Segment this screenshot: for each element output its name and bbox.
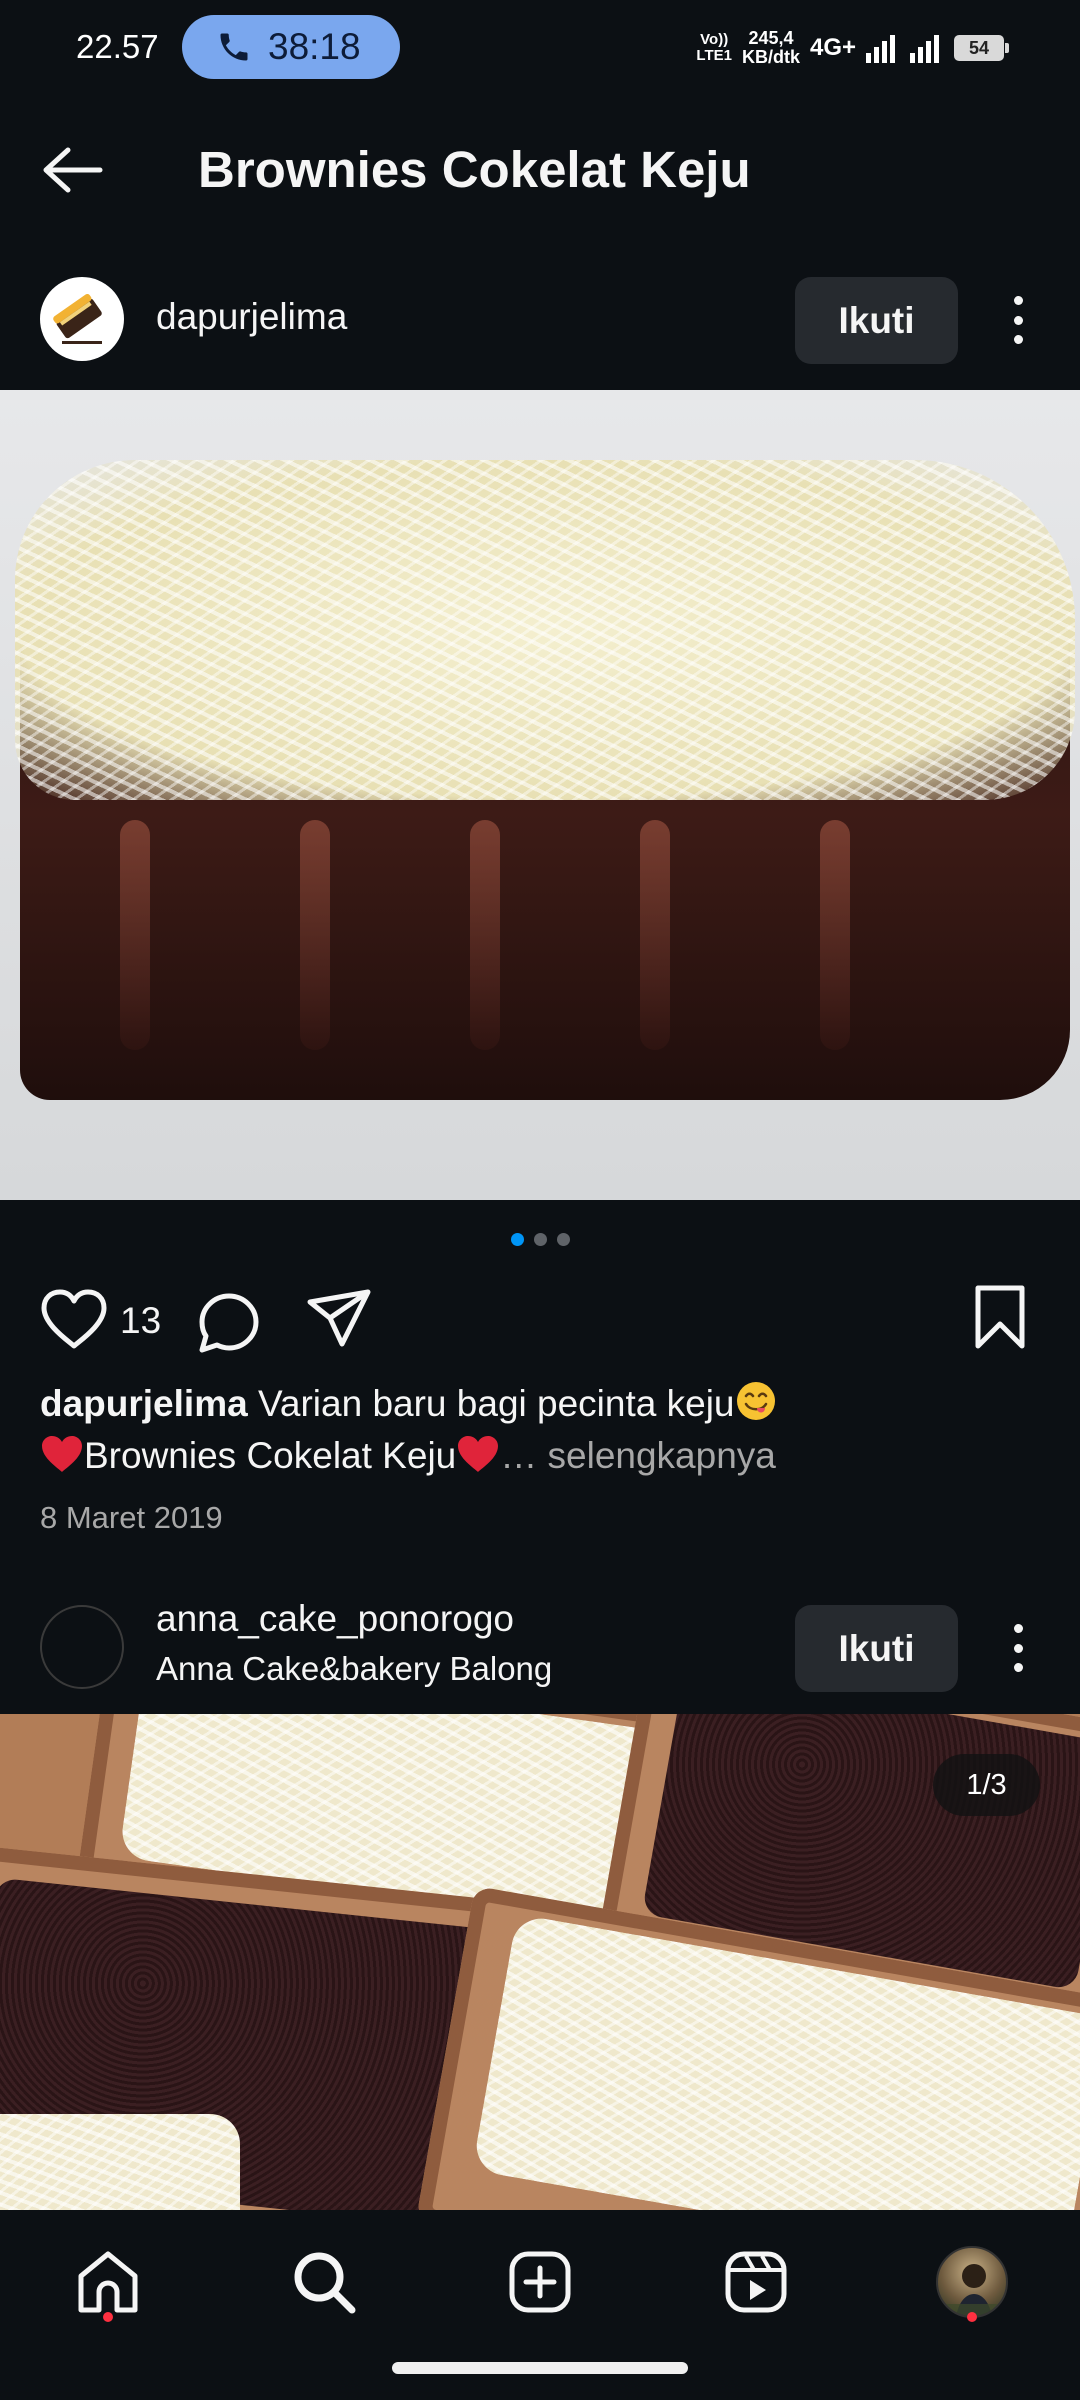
follow-button[interactable]: Ikuti [795,277,958,364]
notification-dot [103,2312,113,2322]
cheese-topping [0,2114,240,2210]
volte-indicator: Vo)) LTE1 [696,32,732,64]
more-options-button[interactable] [998,1616,1038,1680]
battery-icon: 54 [954,35,1009,61]
more-dot [1013,296,1023,305]
home-icon [78,2251,138,2313]
carousel-pager: 1/3 [933,1754,1040,1816]
post-image-brownies[interactable] [0,390,1080,1200]
battery-level: 54 [968,37,990,58]
status-icons: Vo)) LTE1 245,4 KB/dtk 4G+ 54 [696,26,1009,70]
add-post-icon [509,2251,571,2313]
post-header: anna_cake_ponorogo Anna Cake&bakery Balo… [0,1588,1080,1706]
dapurjelima-logo-icon [53,293,102,344]
comment-icon [199,1293,259,1353]
caption-text-line1: Varian baru bagi pecinta keju [247,1383,735,1424]
profile-avatar [936,2246,1008,2318]
more-dot [1013,315,1023,325]
reels-icon [725,2251,787,2313]
post-username[interactable]: anna_cake_ponorogo [156,1598,514,1640]
search-icon [294,2252,356,2314]
carousel-dot-active [510,1233,524,1246]
yum-face-emoji-icon [736,1382,775,1420]
volte-top: Vo)) [700,31,729,48]
more-dot [1013,1643,1023,1653]
nav-home[interactable] [68,2242,148,2322]
network-type: 4G+ [809,34,856,61]
save-button[interactable] [970,1284,1034,1352]
share-button[interactable] [306,1288,376,1352]
ongoing-call-pill[interactable]: 38:18 [182,15,400,79]
carousel-indicator [0,1233,1080,1246]
chocolate-drip [640,820,670,1050]
caption-more-link[interactable]: … selengkapnya [500,1435,776,1476]
post-location[interactable]: Anna Cake&bakery Balong [156,1650,552,1688]
post-username[interactable]: dapurjelima [156,296,347,338]
avatar[interactable] [40,1605,124,1689]
more-dot [1013,335,1023,344]
like-count[interactable]: 13 [120,1300,161,1342]
follow-button[interactable]: Ikuti [795,1605,958,1692]
red-heart-emoji-icon [458,1436,499,1472]
heart-icon [41,1289,107,1349]
post-header: dapurjelima Ikuti [0,260,1080,378]
profile-photo-icon [938,2264,1006,2316]
phone-icon [220,33,248,61]
chocolate-drip [120,820,150,1050]
post-date: 8 Maret 2019 [40,1500,223,1535]
network-speed-value: 245,4 [748,28,794,48]
bookmark-icon [975,1285,1025,1349]
more-options-button[interactable] [998,288,1038,352]
back-button[interactable] [40,142,110,198]
caption-username[interactable]: dapurjelima [40,1383,248,1424]
call-timer: 38:18 [268,26,361,67]
chocolate-drip [300,820,330,1050]
volte-bottom: LTE1 [696,47,732,64]
more-dot [1013,1624,1023,1633]
status-time: 22.57 [76,28,159,65]
nav-profile[interactable] [932,2242,1012,2322]
home-indicator[interactable] [392,2362,688,2374]
top-bar: Brownies Cokelat Keju [0,110,1080,230]
arrow-left-icon [43,147,103,193]
post-image-cake-boxes[interactable]: 1/3 [0,1714,1080,2210]
carousel-dot [556,1233,570,1246]
like-button[interactable] [40,1288,110,1352]
signal-icon-sim2 [910,35,939,63]
carousel-dot [533,1233,547,1246]
grated-cheese-shape [15,460,1075,800]
post-actions: 13 [0,1282,1080,1362]
network-speed-unit: KB/dtk [741,47,800,67]
page-title: Brownies Cokelat Keju [198,141,751,198]
comment-button[interactable] [196,1288,266,1356]
network-speed: 245,4 KB/dtk [742,29,800,67]
paper-plane-icon [307,1289,371,1347]
more-dot [1013,1663,1023,1672]
caption-text-line2: Brownies Cokelat Keju [84,1435,457,1476]
status-bar: 22.57 38:18 Vo)) LTE1 245,4 KB/dtk 4G+ 5… [0,0,1080,96]
nav-search[interactable] [284,2242,364,2322]
signal-icon [866,35,895,63]
avatar[interactable] [40,277,124,361]
chocolate-drip [820,820,850,1050]
post-caption[interactable]: dapurjelima Varian baru bagi pecinta kej… [40,1378,1050,1482]
nav-create[interactable] [500,2242,580,2322]
red-heart-emoji-icon [42,1436,82,1472]
notification-dot [967,2312,977,2322]
chocolate-drip [470,820,500,1050]
nav-reels[interactable] [716,2242,796,2322]
